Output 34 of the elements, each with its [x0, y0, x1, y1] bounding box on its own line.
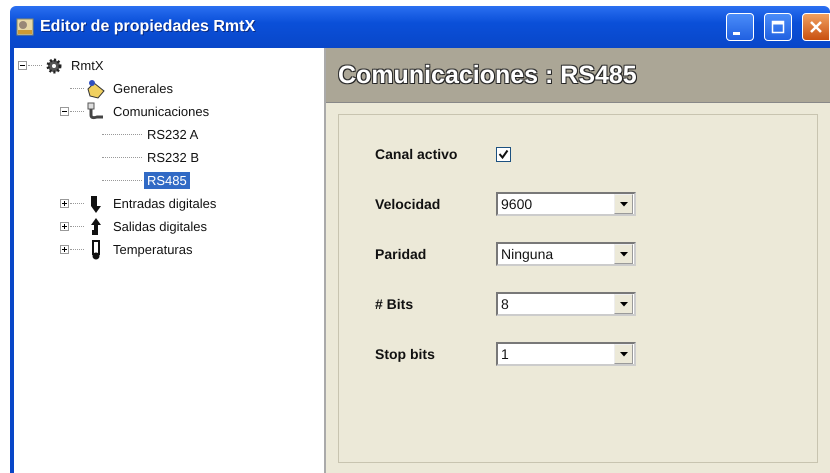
dropdown[interactable]: 8: [496, 292, 636, 316]
maximize-button[interactable]: [764, 13, 792, 41]
caret-icon: [620, 302, 628, 306]
caret-icon: [620, 352, 628, 356]
minimize-button[interactable]: [726, 13, 754, 41]
expander-icon[interactable]: [60, 107, 69, 116]
app-icon: [16, 18, 34, 36]
dropdown[interactable]: 1: [496, 342, 636, 366]
expander-icon[interactable]: [60, 199, 69, 208]
minimize-icon: [732, 32, 740, 34]
field-label: Paridad: [375, 246, 428, 262]
checkbox[interactable]: [496, 146, 511, 162]
down-arrow-icon: [88, 194, 104, 214]
bag-icon: [85, 78, 107, 98]
maximize-icon: [771, 20, 785, 34]
expander-icon[interactable]: [60, 222, 69, 231]
up-arrow-icon: [88, 216, 104, 236]
close-button[interactable]: [802, 13, 830, 41]
field-label: Canal activo: [375, 146, 458, 162]
caret-icon: [620, 202, 628, 206]
field-label: # Bits: [375, 296, 414, 312]
expander-icon[interactable]: [60, 245, 69, 254]
field-label: Stop bits: [375, 346, 436, 362]
expander-icon[interactable]: [18, 61, 27, 70]
panel-heading: Comunicaciones : RS485: [326, 48, 830, 103]
thermometer-icon: [89, 240, 103, 260]
tree-item[interactable]: RS485: [144, 172, 190, 189]
dropdown[interactable]: 9600: [496, 192, 636, 216]
field-label: Velocidad: [375, 196, 442, 212]
gear-icon: [44, 56, 64, 76]
window-title: Editor de propiedades RmtX: [40, 18, 256, 36]
caret-icon: [620, 252, 628, 256]
close-icon: [809, 20, 823, 34]
dropdown[interactable]: Ninguna: [496, 242, 636, 266]
